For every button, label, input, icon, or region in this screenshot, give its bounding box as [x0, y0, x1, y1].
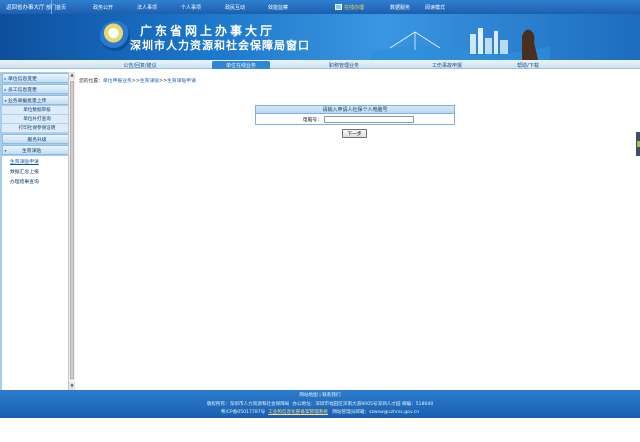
tab-title-management[interactable]: 职称管理业务	[314, 61, 374, 69]
nav-item-dept-home[interactable]: 部门首页	[46, 0, 66, 14]
sidebar-sub-print-certificate[interactable]: 打印社保参保证明	[2, 124, 72, 133]
monitor-icon	[335, 4, 342, 10]
sidebar-item-batch-upload[interactable]: ▾ 业务单据批量上传	[2, 95, 72, 105]
nav-item-reading-mode[interactable]: 阅读模式	[425, 0, 445, 14]
sidebar-item-employee-info-change[interactable]: ▸ 员工信息变更	[2, 84, 72, 94]
sidebar-link-data-report[interactable]: 数据汇总上报	[2, 166, 72, 176]
tab-announcements[interactable]: 公告/回复/建议	[110, 61, 170, 69]
sidebar-item-service-upgrade[interactable]: 服务升级	[2, 134, 72, 144]
scroll-down-icon[interactable]: ▼	[69, 383, 75, 390]
side-panel-handle[interactable]	[636, 132, 640, 156]
nav-item-online-service[interactable]: 在线办理	[335, 0, 364, 14]
sidebar-scrollbar[interactable]: ▲ ▼	[68, 72, 75, 390]
nav-item-supervision[interactable]: 效能监察	[268, 0, 288, 14]
footer-copyright: 版权所有：深圳市人力资源和社会保障局 办公地址：深圳市福田区深南大道8005号深…	[206, 402, 434, 407]
footer-registration-link[interactable]: 工业和信息化部备案管理系统	[268, 410, 328, 415]
sidebar-sub-data-review[interactable]: 单位数据审核	[2, 106, 72, 115]
scrollbar-thumb[interactable]	[70, 81, 74, 379]
function-tab-bar: 公告/回复/建议 单位在线业务 职称管理业务 工伤事故申报 帮助/下载	[0, 60, 640, 69]
tab-unit-online-business[interactable]: 单位在线业务	[212, 61, 270, 69]
nav-item-gov-affairs[interactable]: 政务公开	[93, 0, 113, 14]
banner-title-bureau: 深圳市人力资源和社会保障局窗口	[130, 39, 310, 52]
breadcrumb-maternity[interactable]: 生育津贴	[140, 79, 159, 84]
guangdong-emblem-icon	[100, 21, 130, 51]
back-to-province-hall-link[interactable]: 返回省办事大厅	[0, 0, 52, 14]
nav-item-personal[interactable]: 个人事项	[181, 0, 201, 14]
breadcrumb-allowance-apply[interactable]: 生育津贴申请	[167, 79, 196, 84]
computer-number-input[interactable]	[324, 115, 414, 123]
computer-number-label: 电脑号：	[302, 117, 322, 123]
footer-links[interactable]: 网站地图 | 联系我们	[0, 392, 640, 398]
nav-item-data-service[interactable]: 数据服务	[390, 0, 410, 14]
breadcrumb: 您的位置：单位申报业务>>生育津贴>>生育津贴申请	[79, 79, 196, 84]
nav-item-interaction[interactable]: 政民互动	[225, 0, 245, 14]
nav-item-legal-person[interactable]: 法人事项	[137, 0, 157, 14]
sidebar-link-result-query[interactable]: 办理结果查询	[2, 176, 72, 186]
left-sidebar: ▸ 单位信息变更 ▸ 员工信息变更 ▾ 业务单据批量上传 单位数据审核 单位补打…	[0, 72, 75, 442]
site-banner: 广东省网上办事大厅 深圳市人力资源和社会保障局窗口	[0, 14, 640, 60]
breadcrumb-unit-business[interactable]: 单位申报业务	[103, 79, 132, 84]
scroll-up-icon[interactable]: ▲	[69, 72, 75, 79]
site-footer: 网站地图 | 联系我们 版权所有：深圳市人力资源和社会保障局 办公地址：深圳市福…	[0, 390, 640, 418]
computer-number-form: 请输入申请人社保个人电脑号 电脑号：	[255, 105, 455, 125]
sidebar-item-maternity-allowance[interactable]: ▾ 生育津贴	[2, 145, 72, 155]
next-step-button[interactable]: 下一步	[342, 129, 367, 138]
form-header: 请输入申请人社保个人电脑号	[256, 106, 454, 114]
tab-injury-report[interactable]: 工伤事故申报	[417, 61, 477, 69]
sidebar-link-allowance-apply[interactable]: 生育津贴申请	[2, 156, 72, 166]
sidebar-item-unit-info-change[interactable]: ▸ 单位信息变更	[2, 73, 72, 83]
footer-icp: 粤ICP备05017787号 工业和信息化部备案管理系统 网站管理员邮箱：szw…	[220, 410, 420, 415]
top-navigation-bar: 返回省办事大厅 部门首页 政务公开 法人事项 个人事项 政民互动 效能监察 在线…	[0, 0, 640, 14]
tab-help-download[interactable]: 帮助/下载	[508, 61, 548, 69]
form-row: 电脑号：	[256, 114, 454, 124]
city-skyline-image	[370, 28, 550, 60]
sidebar-sub-reprint-query[interactable]: 单位补打查询	[2, 115, 72, 124]
